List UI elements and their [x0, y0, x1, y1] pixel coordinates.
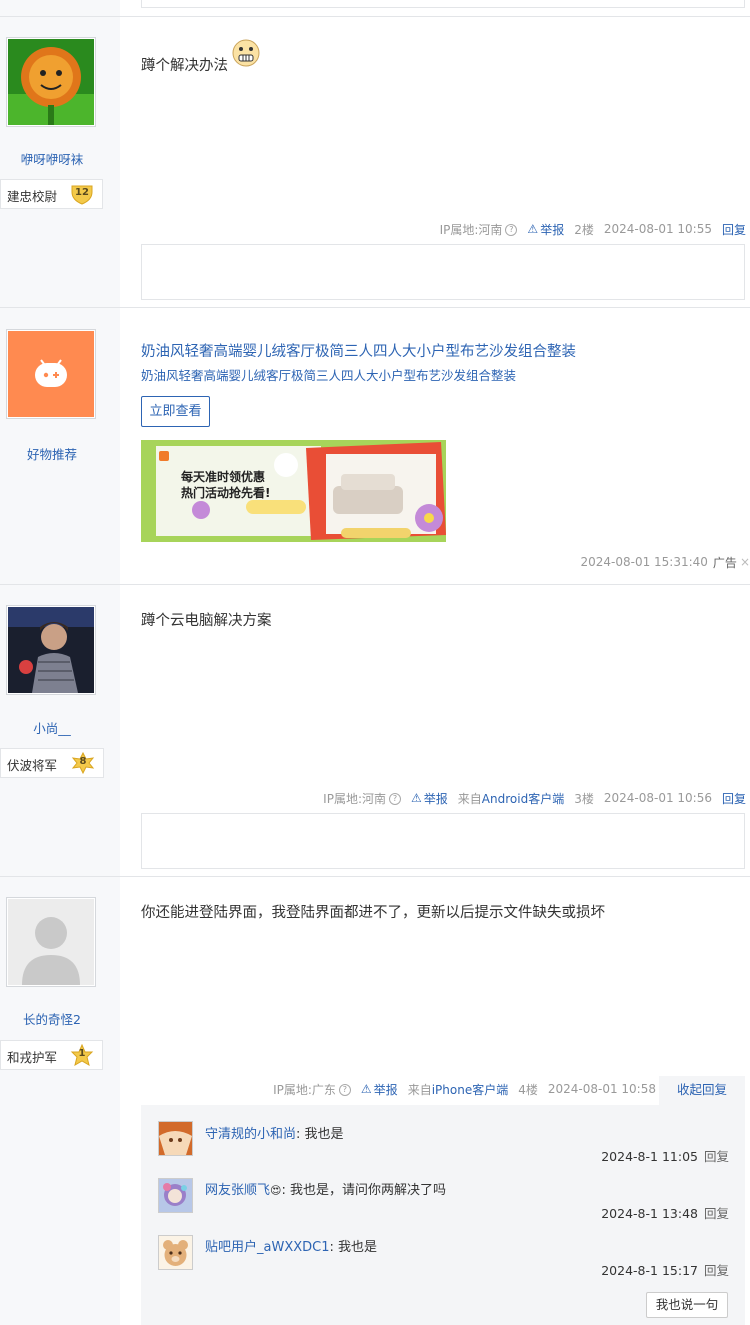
sub-reply-link[interactable]: 回复 — [704, 1206, 729, 1221]
reply-box[interactable] — [141, 244, 745, 300]
sub-reply-meta: 2024-8-1 11:05 回复 — [601, 1149, 729, 1164]
reply-box[interactable] — [141, 813, 745, 869]
username[interactable]: 咿呀咿呀袜 — [0, 149, 104, 168]
ad-avatar[interactable] — [6, 329, 96, 419]
divider — [0, 584, 750, 585]
ad-meta: 2024-08-01 15:31:40 广告 × — [570, 552, 750, 572]
ad-subtitle[interactable]: 奶油风轻奢高端婴儿绒客厅极简三人四人大小户型布艺沙发组合整装 — [141, 365, 516, 384]
sub-reply-text: 守清规的小和尚: 我也是 — [205, 1127, 344, 1142]
level-badge[interactable]: 伏波将军 8 — [0, 748, 104, 778]
floor-number: 3楼 — [574, 791, 594, 806]
ip-location: IP属地:河南? — [323, 790, 401, 807]
warning-icon: ⚠ — [527, 222, 539, 236]
ad-name[interactable]: 好物推荐 — [0, 444, 104, 463]
sub-reply-text: 贴吧用户_aWXXDC1: 我也是 — [205, 1240, 378, 1255]
divider — [0, 16, 750, 17]
post-meta: IP属地:河南? ⚠ 举报 2楼 2024-08-01 10:55 回复 — [430, 219, 746, 239]
sub-reply-user[interactable]: 守清规的小和尚 — [205, 1127, 296, 1142]
report-link[interactable]: ⚠ 举报 — [361, 1081, 398, 1098]
report-link[interactable]: ⚠ 举报 — [527, 221, 564, 238]
warning-icon: ⚠ — [411, 791, 422, 805]
sub-reply-meta: 2024-8-1 13:48 回复 — [601, 1206, 729, 1221]
floor-number: 4楼 — [518, 1082, 538, 1097]
heart-eyes-emoji-icon: 😍 — [270, 1184, 282, 1197]
help-icon[interactable]: ? — [505, 224, 518, 236]
level-badge[interactable]: 和戎护军 1 — [0, 1040, 103, 1070]
badge-title: 伏波将军 — [7, 758, 58, 773]
ad-time: 2024-08-01 15:31:40 — [580, 555, 708, 569]
avatar[interactable] — [6, 605, 96, 695]
help-icon[interactable]: ? — [338, 1084, 351, 1096]
post-content: 你还能进登陆界面，我登陆界面都进不了，更新以后提示文件缺失或损坏 — [141, 905, 605, 921]
post-content: 蹲个云电脑解决方案 — [141, 613, 272, 629]
sub-reply-text: 网友张顺飞😍: 我也是，请问你两解决了吗 — [205, 1183, 446, 1198]
level-icon: 12 — [70, 183, 94, 205]
ad-title[interactable]: 奶油风轻奢高端婴儿绒客厅极简三人四人大小户型布艺沙发组合整装 — [141, 340, 576, 361]
divider — [0, 307, 750, 308]
ip-location: IP属地:广东? — [273, 1081, 351, 1098]
view-now-button[interactable]: 立即查看 — [141, 396, 210, 427]
client-source: 来自iPhone客户端 — [407, 1082, 509, 1097]
banner-text-line1: 每天准时领优惠 — [181, 470, 266, 484]
avatar[interactable] — [6, 37, 96, 127]
sub-reply-user[interactable]: 网友张顺飞 — [205, 1183, 270, 1198]
close-icon[interactable]: × — [740, 555, 750, 569]
post-time: 2024-08-01 10:56 — [603, 791, 712, 805]
level-badge[interactable]: 建忠校尉 12 — [0, 179, 103, 209]
post-time: 2024-08-01 10:58 — [547, 1082, 656, 1096]
sub-reply-user[interactable]: 贴吧用户_aWXXDC1 — [205, 1240, 330, 1255]
sub-avatar[interactable] — [158, 1178, 193, 1213]
post-meta: IP属地:河南? ⚠ 举报 来自Android客户端 3楼 2024-08-01 … — [313, 788, 746, 808]
ip-location: IP属地:河南? — [440, 221, 518, 238]
sub-avatar[interactable] — [158, 1235, 193, 1270]
reply-box-previous[interactable] — [141, 0, 745, 8]
reply-link[interactable]: 回复 — [722, 790, 746, 807]
floor-number: 2楼 — [574, 222, 594, 237]
post-meta: IP属地:广东? ⚠ 举报 来自iPhone客户端 4楼 2024-08-01 1… — [263, 1079, 656, 1099]
badge-title: 和戎护军 — [7, 1050, 58, 1065]
ad-banner-image[interactable]: 每天准时领优惠 热门活动抢先看! — [141, 440, 446, 542]
warning-icon: ⚠ — [360, 1082, 372, 1096]
sub-avatar[interactable] — [158, 1121, 193, 1156]
reply-link[interactable]: 回复 — [722, 221, 746, 238]
divider — [0, 876, 750, 877]
level-icon: 8 — [71, 751, 95, 775]
report-link[interactable]: ⚠ 举报 — [411, 790, 448, 807]
level-icon: 1 — [70, 1043, 94, 1067]
badge-title: 建忠校尉 — [7, 189, 58, 204]
say-something-button[interactable]: 我也说一句 — [646, 1292, 728, 1318]
collapse-replies-tab[interactable]: 收起回复 — [659, 1076, 745, 1105]
post-content: 蹲个解决办法 — [141, 39, 260, 75]
sub-reply-panel: 守清规的小和尚: 我也是 2024-8-1 11:05 回复 网友张顺飞😍: 我也… — [141, 1105, 745, 1325]
sub-reply-meta: 2024-8-1 15:17 回复 — [601, 1263, 729, 1278]
client-link[interactable]: iPhone客户端 — [432, 1083, 509, 1097]
client-link[interactable]: Android客户端 — [482, 792, 564, 806]
avatar[interactable] — [6, 897, 96, 987]
sub-reply-link[interactable]: 回复 — [704, 1149, 729, 1164]
username[interactable]: 长的奇怪2 — [0, 1009, 104, 1028]
username[interactable]: 小尚__ — [0, 718, 104, 737]
grimace-emoji-icon — [231, 38, 261, 72]
sub-reply-link[interactable]: 回复 — [704, 1263, 729, 1278]
help-icon[interactable]: ? — [389, 793, 401, 805]
post-time: 2024-08-01 10:55 — [603, 222, 712, 236]
banner-text-line2: 热门活动抢先看! — [181, 486, 271, 500]
client-source: 来自Android客户端 — [457, 791, 565, 806]
ad-label: 广告 — [712, 555, 737, 570]
